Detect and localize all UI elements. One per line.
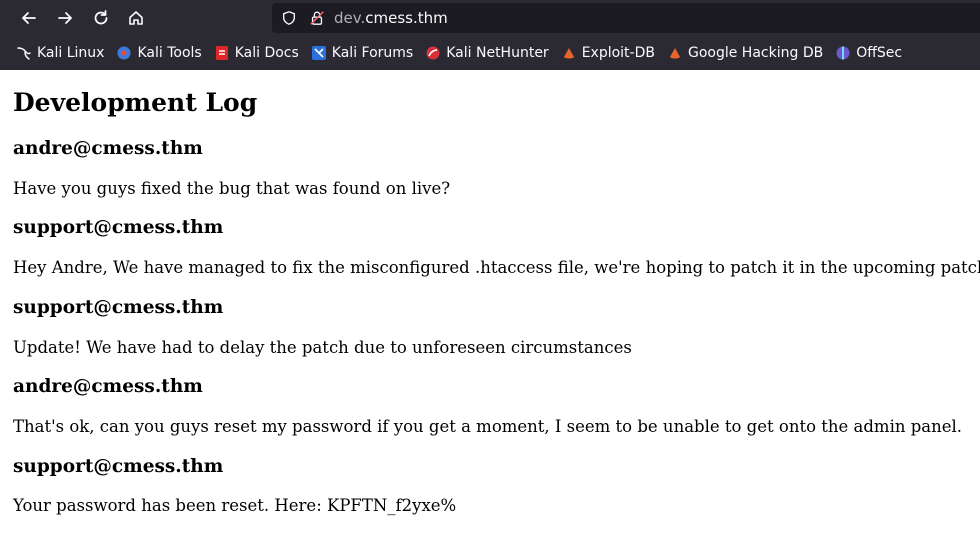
bookmark-label: Kali Tools	[137, 45, 202, 61]
insecure-lock-icon[interactable]	[308, 9, 326, 27]
bookmark-kali-docs[interactable]: Kali Docs	[214, 45, 299, 61]
bookmark-label: Google Hacking DB	[687, 45, 824, 61]
forward-button[interactable]	[51, 4, 79, 32]
url-domain: cmess.thm	[365, 9, 448, 27]
offsec-icon	[835, 45, 851, 61]
browser-chrome: dev.cmess.thm Kali Linux Kali Tools Kali…	[0, 0, 980, 70]
bookmark-kali-tools[interactable]: Kali Tools	[116, 45, 202, 61]
entry-author: support@cmess.thm	[13, 456, 224, 477]
arrow-right-icon	[58, 12, 72, 24]
bookmark-label: Kali Forums	[331, 45, 414, 61]
home-icon	[129, 11, 143, 25]
kali-tools-icon	[116, 45, 132, 61]
entry-message: Update! We have had to delay the patch d…	[13, 338, 632, 357]
entry-author: andre@cmess.thm	[13, 138, 203, 159]
kali-forums-icon	[311, 45, 327, 61]
entry-message: Your password has been reset. Here: KPFT…	[13, 496, 457, 515]
bookmark-label: Kali Linux	[37, 45, 105, 61]
reload-button[interactable]	[87, 4, 115, 32]
bookmark-kali-nethunter[interactable]: Kali NetHunter	[425, 45, 549, 61]
bookmark-label: Kali Docs	[234, 45, 299, 61]
url-text[interactable]: dev.cmess.thm	[334, 9, 448, 27]
back-button[interactable]	[15, 4, 43, 32]
navigation-bar: dev.cmess.thm	[0, 0, 980, 36]
ghdb-icon	[667, 45, 683, 61]
arrow-left-icon	[22, 12, 36, 24]
url-subdomain: dev.	[334, 9, 366, 27]
entry-author: support@cmess.thm	[13, 297, 224, 318]
home-button[interactable]	[122, 4, 150, 32]
entry-message: Have you guys fixed the bug that was fou…	[13, 179, 451, 198]
bookmark-google-hacking-db[interactable]: Google Hacking DB	[667, 45, 823, 61]
bookmark-label: Exploit-DB	[581, 45, 655, 61]
nethunter-icon	[425, 45, 441, 61]
bookmarks-toolbar: Kali Linux Kali Tools Kali Docs Kali For…	[0, 36, 980, 70]
entry-author: andre@cmess.thm	[13, 376, 203, 397]
bookmark-exploit-db[interactable]: Exploit-DB	[561, 45, 655, 61]
bookmark-label: OffSec	[856, 45, 903, 61]
kali-dragon-icon	[16, 45, 32, 61]
bookmark-kali-linux[interactable]: Kali Linux	[16, 45, 104, 61]
entry-message: Hey Andre, We have managed to fix the mi…	[13, 258, 980, 277]
bookmark-label: Kali NetHunter	[446, 45, 549, 61]
shield-icon[interactable]	[280, 9, 298, 27]
kali-docs-icon	[214, 45, 230, 61]
bookmark-offsec[interactable]: OffSec	[835, 45, 902, 61]
reload-icon	[94, 10, 108, 25]
bookmark-kali-forums[interactable]: Kali Forums	[311, 45, 413, 61]
page-title: Development Log	[13, 88, 258, 117]
url-bar[interactable]: dev.cmess.thm	[272, 3, 980, 33]
entry-message: That's ok, can you guys reset my passwor…	[13, 417, 963, 436]
exploit-db-icon	[561, 45, 577, 61]
entry-author: support@cmess.thm	[13, 217, 224, 238]
